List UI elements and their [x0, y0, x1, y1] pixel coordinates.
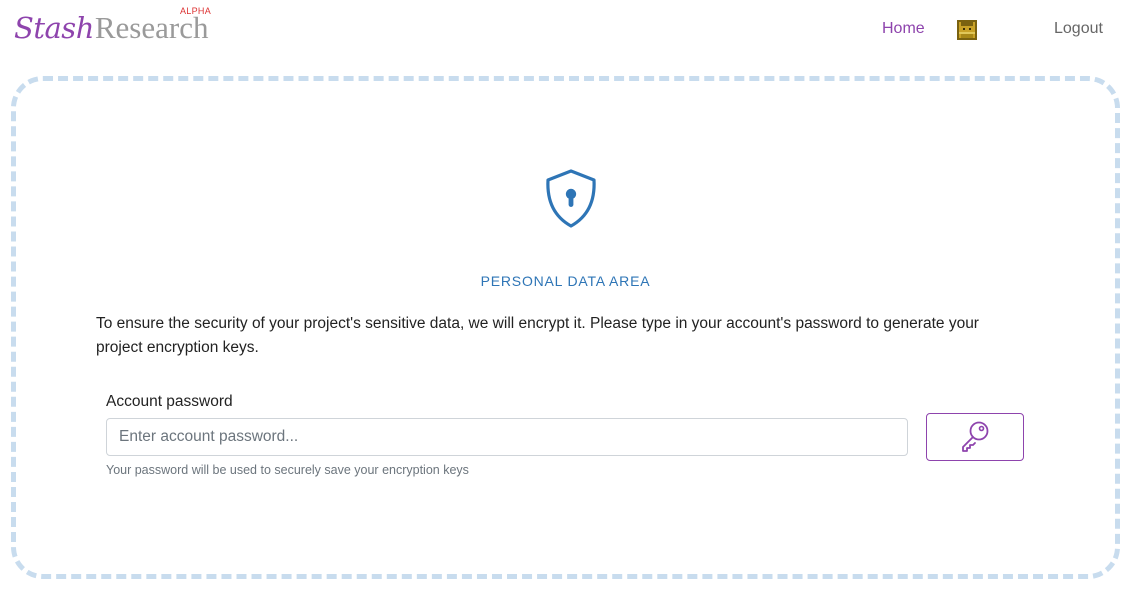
- alpha-badge: ALPHA: [180, 6, 212, 16]
- shield-lock-icon: [542, 167, 600, 231]
- password-input[interactable]: [106, 418, 908, 456]
- key-icon: [958, 419, 992, 456]
- password-help-text: Your password will be used to securely s…: [106, 463, 469, 477]
- password-label: Account password: [106, 393, 233, 410]
- generate-keys-button[interactable]: [926, 413, 1024, 461]
- brand-stash-text: Stash: [14, 11, 94, 45]
- top-navbar: Stash Research ALPHA Home Logout: [0, 0, 1132, 60]
- brand-logo[interactable]: Stash Research ALPHA: [14, 6, 211, 50]
- nav-home-link[interactable]: Home: [882, 20, 925, 38]
- section-title: PERSONAL DATA AREA: [480, 273, 651, 289]
- pixel-avatar-icon[interactable]: [957, 20, 977, 40]
- nav-logout-link[interactable]: Logout: [1054, 20, 1103, 38]
- encryption-description: To ensure the security of your project's…: [96, 315, 979, 356]
- personal-data-card: PERSONAL DATA AREA To ensure the securit…: [11, 76, 1120, 579]
